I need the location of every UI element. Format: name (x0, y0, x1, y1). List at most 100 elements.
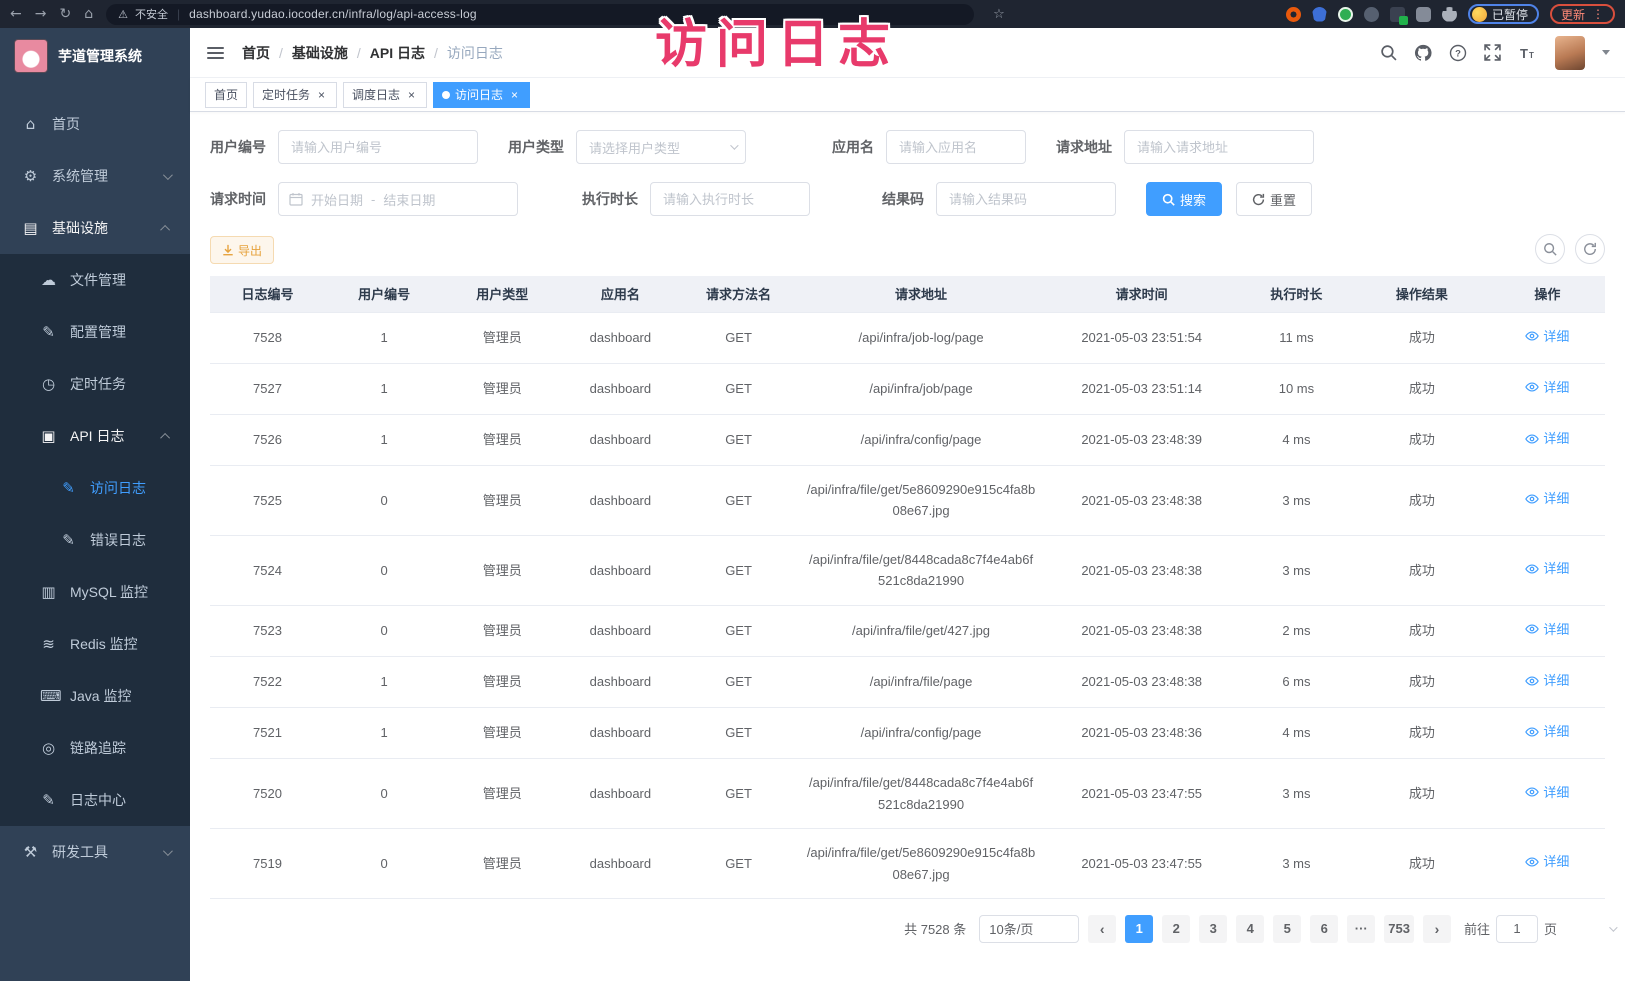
help-icon[interactable]: ? (1449, 44, 1467, 62)
access-log-table: 日志编号 用户编号 用户类型 应用名 请求方法名 请求地址 请求时间 (210, 276, 1605, 899)
detail-link[interactable]: 详细 (1525, 377, 1569, 398)
sidebar-item[interactable]: ⌂ 首页 (0, 98, 190, 150)
request-url-input[interactable] (1124, 130, 1314, 164)
next-page-button[interactable]: › (1423, 915, 1451, 943)
orange-extension-icon[interactable] (1286, 7, 1301, 22)
detail-link[interactable]: 详细 (1525, 428, 1569, 449)
menu-label: 文件管理 (70, 270, 126, 290)
grey-extension-icon[interactable] (1416, 7, 1431, 22)
hamburger-icon[interactable] (205, 43, 226, 63)
breadcrumb-item[interactable]: 访问日志 (447, 43, 503, 63)
page-number-button[interactable]: 3 (1199, 915, 1227, 943)
goto-page-input[interactable] (1496, 915, 1538, 943)
prev-page-button[interactable]: ‹ (1088, 915, 1116, 943)
user-avatar[interactable] (1555, 36, 1585, 70)
browser-home-icon[interactable]: ⌂ (84, 7, 93, 21)
browser-forward-icon[interactable]: → (35, 7, 47, 21)
browser-reload-icon[interactable]: ↻ (59, 7, 71, 21)
sidebar-item[interactable]: ▣ API 日志 (0, 410, 190, 462)
show-search-button[interactable] (1535, 234, 1565, 264)
font-size-icon[interactable]: TT (1518, 45, 1538, 61)
tab[interactable]: 访问日志 × (433, 82, 530, 108)
breadcrumb-item[interactable]: 首页 (242, 43, 270, 63)
app-name-input[interactable] (886, 130, 1026, 164)
sidebar-item[interactable]: ◎ 链路追踪 (0, 722, 190, 774)
app-name-cell: dashboard (561, 759, 679, 829)
detail-link[interactable]: 详细 (1525, 326, 1569, 347)
shield-extension-icon[interactable] (1312, 7, 1327, 22)
user-id-input[interactable] (278, 130, 478, 164)
menu-label: 链路追踪 (70, 738, 126, 758)
close-icon[interactable]: × (508, 88, 521, 101)
request-url-cell: /api/infra/config/page (798, 414, 1045, 465)
fullscreen-icon[interactable] (1484, 44, 1501, 61)
avatar-caret-icon[interactable] (1602, 50, 1610, 55)
detail-link[interactable]: 详细 (1525, 670, 1569, 691)
page-number-button[interactable]: 2 (1162, 915, 1190, 943)
sidebar-logo[interactable]: 芋道管理系统 (0, 28, 190, 84)
sidebar-item[interactable]: ▥ MySQL 监控 (0, 566, 190, 618)
sidebar-item[interactable]: ☁ 文件管理 (0, 254, 190, 306)
duration-cell: 4 ms (1239, 708, 1354, 759)
reset-button[interactable]: 重置 (1236, 182, 1312, 216)
menu-label: 研发工具 (52, 842, 108, 862)
sidebar-item[interactable]: ≋ Redis 监控 (0, 618, 190, 670)
browser-back-icon[interactable]: ← (10, 7, 22, 21)
address-bar[interactable]: ⚠ 不安全 | dashboard.yudao.iocoder.cn/infra… (106, 4, 974, 25)
detail-link[interactable]: 详细 (1525, 619, 1569, 640)
method-cell: GET (679, 708, 797, 759)
page-number-button[interactable]: 753 (1384, 915, 1414, 943)
method-cell: GET (679, 414, 797, 465)
search-button[interactable]: 搜索 (1146, 182, 1222, 216)
sidebar-item[interactable]: ✎ 日志中心 (0, 774, 190, 826)
menu-label: MySQL 监控 (70, 582, 148, 602)
sidebar-item[interactable]: ✎ 配置管理 (0, 306, 190, 358)
grid-extension-icon[interactable] (1364, 7, 1379, 22)
detail-link[interactable]: 详细 (1525, 558, 1569, 579)
green-extension-icon[interactable] (1338, 7, 1353, 22)
page-number-button[interactable]: 6 (1310, 915, 1338, 943)
page-number-button[interactable]: 5 (1273, 915, 1301, 943)
refresh-table-button[interactable] (1575, 234, 1605, 264)
extensions-puzzle-icon[interactable] (1442, 7, 1457, 22)
sidebar-item[interactable]: ⚙ 系统管理 (0, 150, 190, 202)
sidebar-item[interactable]: ◷ 定时任务 (0, 358, 190, 410)
tab[interactable]: 调度日志 × (343, 82, 427, 108)
search-icon[interactable] (1380, 44, 1397, 61)
result-code-input[interactable] (936, 182, 1116, 216)
table-row: 7520 0 管理员 dashboard GET /api/infra/file… (210, 759, 1605, 829)
close-icon[interactable]: × (315, 88, 328, 101)
tab[interactable]: 首页 (205, 82, 247, 108)
menu-icon: ⚒ (22, 843, 39, 861)
result-cell: 成功 (1354, 605, 1490, 656)
page-number-button[interactable]: 1 (1125, 915, 1153, 943)
sidebar-item[interactable]: ✎ 错误日志 (0, 514, 190, 566)
bookmark-star-icon[interactable]: ☆ (993, 6, 1005, 22)
export-button[interactable]: 导出 (210, 236, 274, 264)
page-size-select[interactable]: 10条/页 (979, 915, 1079, 943)
browser-profile-badge[interactable]: 已暂停 (1468, 4, 1539, 24)
breadcrumb-item[interactable]: 基础设施 (292, 43, 348, 63)
github-icon[interactable] (1414, 44, 1432, 62)
breadcrumb-item[interactable]: API 日志 (370, 43, 425, 63)
date-range-picker[interactable]: 开始日期 - 结束日期 (278, 182, 518, 216)
browser-update-button[interactable]: 更新 ⋮ (1550, 4, 1615, 24)
user-type-select[interactable]: 请选择用户类型 (576, 130, 746, 164)
detail-link[interactable]: 详细 (1525, 851, 1569, 872)
kebab-menu-icon[interactable]: ⋮ (1592, 7, 1604, 21)
detail-link[interactable]: 详细 (1525, 721, 1569, 742)
duration-input[interactable] (650, 182, 810, 216)
page-number-button[interactable]: ··· (1347, 915, 1375, 943)
page-number-button[interactable]: 4 (1236, 915, 1264, 943)
sidebar-item[interactable]: ✎ 访问日志 (0, 462, 190, 514)
detail-link[interactable]: 详细 (1525, 782, 1569, 803)
translate-extension-icon[interactable] (1390, 7, 1405, 22)
detail-link[interactable]: 详细 (1525, 488, 1569, 509)
sidebar-item[interactable]: ⚒ 研发工具 (0, 826, 190, 878)
sidebar-item[interactable]: ⌨ Java 监控 (0, 670, 190, 722)
tab[interactable]: 定时任务 × (253, 82, 337, 108)
close-icon[interactable]: × (405, 88, 418, 101)
table-header-cell: 用户编号 (325, 276, 443, 312)
user-type-cell: 管理员 (443, 656, 561, 707)
sidebar-item[interactable]: ▤ 基础设施 (0, 202, 190, 254)
